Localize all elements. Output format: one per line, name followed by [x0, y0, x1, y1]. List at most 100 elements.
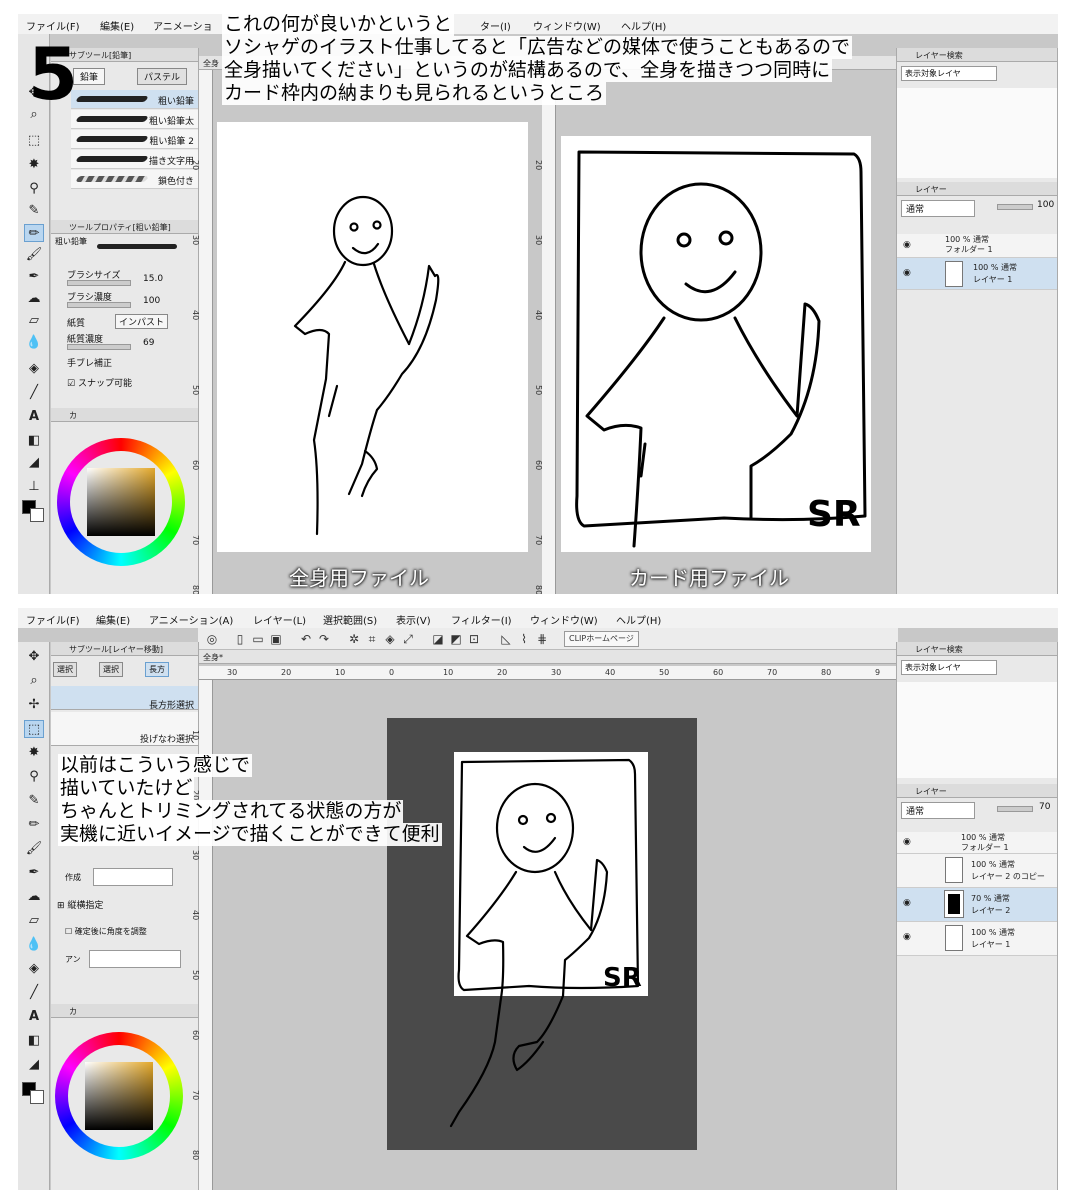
brush-item-rough-pencil-2[interactable]: 粗い鉛筆 2 [71, 130, 198, 149]
tab-rect[interactable]: 長方 [145, 662, 169, 677]
layer-row-folder[interactable]: ◉ 100 % 通常 フォルダー 1 [897, 234, 1057, 258]
brush-item-rough-pencil[interactable]: 粗い鉛筆 [71, 90, 198, 109]
layer-row-folder[interactable]: ◉ 100 % 通常 フォルダー 1 [897, 832, 1057, 854]
brush-size-value[interactable]: 15.0 [143, 274, 163, 284]
airbrush-icon[interactable]: ✒ [24, 864, 44, 882]
fill-icon[interactable]: ◈ [382, 631, 398, 647]
gradient-icon[interactable]: ◧ [24, 432, 44, 450]
eraser-icon[interactable]: ▱ [24, 912, 44, 930]
transform-icon[interactable]: ⤢ [400, 631, 416, 647]
frame-icon[interactable]: ◢ [24, 1056, 44, 1074]
antialias-options[interactable] [89, 950, 181, 968]
opacity-slider[interactable] [997, 806, 1033, 812]
menu-window[interactable]: ウィンドウ(W) [530, 612, 598, 627]
new-file-icon[interactable]: ▯ [232, 631, 248, 647]
adjust-checkbox[interactable]: ☐ 確定後に角度を調整 [65, 926, 147, 937]
auto-select-icon[interactable]: ✸ [24, 156, 44, 174]
select-icon[interactable]: ⬚ [24, 132, 44, 150]
snap-special-icon[interactable]: ◩ [448, 631, 464, 647]
menu-file[interactable]: ファイル(F) [26, 18, 80, 33]
frame-icon[interactable]: ◢ [24, 454, 44, 472]
pencil-tool-icon[interactable]: ✏ [24, 816, 44, 834]
blend-mode-select[interactable]: 通常 [901, 200, 975, 217]
sub-color-swatch[interactable] [30, 1090, 44, 1104]
brush-item-chain[interactable]: 鎖色付き [71, 170, 198, 189]
snap-ruler-icon[interactable]: ◪ [430, 631, 446, 647]
ruler-icon[interactable]: ⊥ [24, 478, 44, 496]
item-rect-select[interactable]: 長方形選択 [51, 686, 198, 711]
eye-icon[interactable]: ◉ [903, 837, 911, 847]
layer-row-layer2[interactable]: ◉ 70 % 通常 レイヤー 2 [897, 888, 1057, 922]
opacity-slider[interactable] [997, 204, 1033, 210]
paper-density-value[interactable]: 69 [143, 338, 154, 348]
fill-icon[interactable]: ◈ [24, 960, 44, 978]
gradient-icon[interactable]: ◧ [24, 1032, 44, 1050]
move-tool-icon[interactable]: ✥ [24, 648, 44, 666]
eye-icon[interactable]: ◉ [903, 932, 911, 942]
fill-icon[interactable]: ◈ [24, 360, 44, 378]
layer-row-layer1[interactable]: ◉ 100 % 通常 レイヤー 1 [897, 922, 1057, 956]
airbrush-icon[interactable]: ✒ [24, 268, 44, 286]
menu-animation[interactable]: アニメーショ [153, 18, 213, 33]
color-wheel[interactable] [57, 438, 185, 566]
layer-search-input[interactable]: 表示対象レイヤ [901, 66, 997, 81]
open-folder-icon[interactable]: ▭ [250, 631, 266, 647]
clear-icon[interactable]: ✲ [346, 631, 362, 647]
layer-search-input[interactable]: 表示対象レイヤ [901, 660, 997, 675]
eye-icon[interactable]: ◉ [903, 898, 911, 908]
crop-icon[interactable]: ⌗ [364, 631, 380, 647]
paper-density-slider[interactable] [67, 344, 131, 350]
opacity-value[interactable]: 100 [1037, 200, 1054, 210]
opacity-value[interactable]: 70 [1039, 802, 1050, 812]
eraser-icon[interactable]: ▱ [24, 312, 44, 330]
auto-select-icon[interactable]: ✸ [24, 744, 44, 762]
tab-select-2[interactable]: 選択 [99, 662, 123, 677]
blend-icon[interactable]: 💧 [24, 936, 44, 954]
brush-icon[interactable]: 🖌 [24, 840, 44, 858]
brush-size-slider[interactable] [67, 280, 131, 286]
pen-nib-icon[interactable]: ✎ [24, 792, 44, 810]
vector-icon[interactable]: ⌇ [516, 631, 532, 647]
snap-grid-icon[interactable]: ⊡ [466, 631, 482, 647]
item-lasso-select[interactable]: 投げなわ選択 [51, 712, 198, 746]
undo-icon[interactable]: ↶ [298, 631, 314, 647]
text-tool-icon[interactable]: A [24, 408, 44, 426]
layer-row-layer1[interactable]: ◉ 100 % 通常 レイヤー 1 [897, 258, 1057, 290]
eyedropper-icon[interactable]: ⚲ [24, 180, 44, 198]
menu-help[interactable]: ヘルプ(H) [616, 612, 661, 627]
saturation-square[interactable] [87, 468, 155, 536]
menu-layer[interactable]: レイヤー(L) [253, 612, 306, 627]
brush-item-rough-pencil-thick[interactable]: 粗い鉛筆太 [71, 110, 198, 129]
save-icon[interactable]: ▣ [268, 631, 284, 647]
paper-texture-button[interactable]: インパスト [115, 314, 169, 329]
brush-density-value[interactable]: 100 [143, 296, 160, 306]
menu-animation[interactable]: アニメーション(A) [149, 612, 233, 627]
clip-homepage-button[interactable]: CLIPホームページ [564, 631, 639, 647]
menu-file[interactable]: ファイル(F) [26, 612, 80, 627]
blend-icon[interactable]: 💧 [24, 334, 44, 352]
redo-icon[interactable]: ↷ [316, 631, 332, 647]
text-tool-icon[interactable]: A [24, 1008, 44, 1026]
grid-icon[interactable]: ⋕ [534, 631, 550, 647]
brush-item-lettering[interactable]: 描き文字用 [71, 150, 198, 169]
aspect-checkbox[interactable]: ⊞ 縦横指定 [57, 898, 103, 911]
menu-edit[interactable]: 編集(E) [100, 18, 134, 33]
brush-icon[interactable]: 🖌 [24, 246, 44, 264]
pencil-tool-icon[interactable]: ✏ [24, 224, 44, 242]
color-wheel[interactable] [55, 1032, 183, 1160]
tab-pastel[interactable]: パステル [137, 68, 188, 85]
layer-row-layer2-copy[interactable]: 100 % 通常 レイヤー 2 のコピー [897, 854, 1057, 888]
layer-move-icon[interactable]: ✢ [24, 696, 44, 714]
tab-select-1[interactable]: 選択 [53, 662, 77, 677]
decoration-icon[interactable]: ☁ [24, 888, 44, 906]
select-icon[interactable]: ⬚ [24, 720, 44, 738]
figure-icon[interactable]: ╱ [24, 984, 44, 1002]
saturation-square[interactable] [85, 1062, 153, 1130]
figure-icon[interactable]: ╱ [24, 384, 44, 402]
create-mode-buttons[interactable] [93, 868, 173, 886]
blend-mode-select[interactable]: 通常 [901, 802, 975, 819]
eye-icon[interactable]: ◉ [903, 240, 911, 250]
menu-filter[interactable]: フィルター(I) [451, 612, 512, 627]
menu-view[interactable]: 表示(V) [396, 612, 431, 627]
brush-density-slider[interactable] [67, 302, 131, 308]
